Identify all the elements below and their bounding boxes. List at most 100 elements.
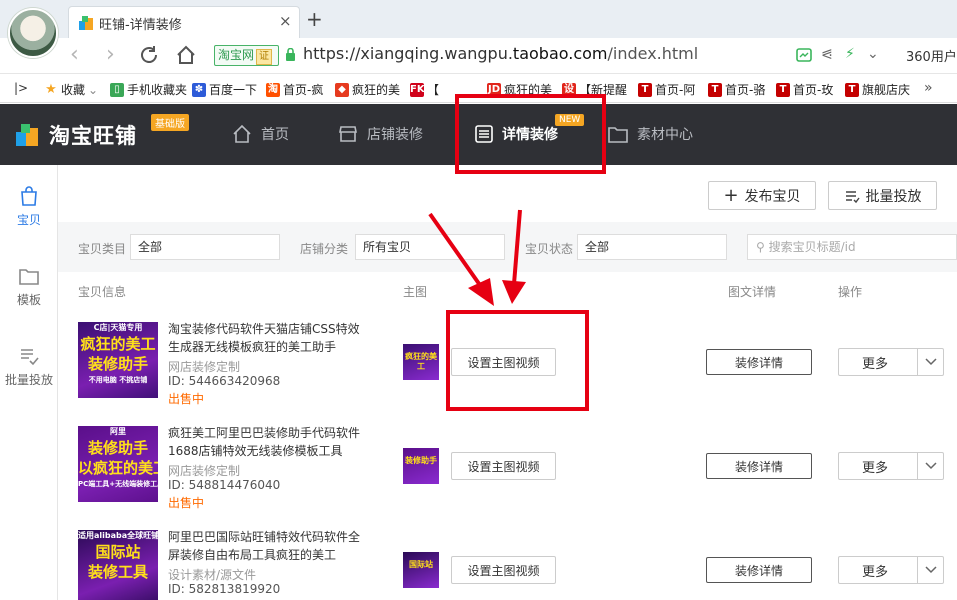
bookmark-item[interactable]: T 首页-骆 — [708, 81, 765, 98]
sidebar-item-templates[interactable]: 模板 — [0, 265, 58, 308]
sidebar-item-products[interactable]: 宝贝 — [0, 185, 58, 228]
nav-shop-label: 店铺装修 — [367, 127, 423, 143]
share-icon[interactable]: ⪗ — [821, 46, 833, 62]
bookmark-label: 首页-骆 — [725, 83, 766, 97]
main-image-art: 国际站 — [403, 552, 439, 588]
chevron-down-icon[interactable] — [917, 557, 943, 583]
set-main-video-button[interactable]: 设置主图视频 — [451, 556, 556, 584]
url-path: /index.html — [607, 44, 699, 63]
tmall-icon: T — [776, 82, 790, 97]
bookmark-item[interactable]: 淘首页-疯 — [266, 81, 323, 98]
bookmark-item[interactable]: T 首页-阿 — [638, 81, 695, 98]
batch-publish-button[interactable]: 批量投放 — [828, 181, 937, 210]
decorate-detail-button[interactable]: 装修详情 — [706, 349, 812, 375]
more-label: 更多 — [862, 564, 889, 580]
screenshot-icon[interactable] — [796, 47, 812, 63]
thumbnail-text: 装修助手 — [87, 355, 148, 373]
bookmark-item[interactable]: ✽ 百度一下 — [192, 81, 257, 98]
chevron-down-icon[interactable] — [917, 453, 943, 479]
product-category: 网店装修定制 — [168, 360, 241, 374]
close-icon[interactable]: × — [279, 12, 292, 30]
bookmark-item[interactable]: T 旗舰店庆 — [845, 81, 910, 98]
search-icon: ⚲ — [756, 240, 765, 254]
back-icon[interactable]: ‹ — [70, 44, 79, 66]
bookmark-label: 【 — [427, 83, 440, 97]
app-logo-text[interactable]: 淘宝旺铺 — [49, 120, 137, 150]
product-thumbnail[interactable]: 适用alibaba全球旺铺2.0 国际站装修工具 — [78, 526, 158, 600]
search-input[interactable]: ⚲ 搜索宝贝标题/id — [747, 234, 957, 260]
more-bookmarks-icon[interactable]: » — [924, 80, 933, 96]
site-verify-badge[interactable]: 淘宝网证 — [214, 45, 279, 66]
bookmark-item[interactable]: ◆ 疯狂的美 — [335, 81, 400, 98]
refresh-icon[interactable] — [138, 44, 160, 66]
nav-material-center[interactable]: 素材中心 — [608, 124, 693, 144]
product-id: ID: 548814476040 — [168, 478, 281, 492]
more-button[interactable]: 更多 — [838, 348, 944, 376]
col-main-image: 主图 — [403, 285, 428, 299]
status-filter-label: 宝贝状态 — [525, 242, 574, 256]
product-status: 出售中 — [168, 496, 205, 510]
product-title[interactable]: 淘宝装修代码软件天猫店铺CSS特效生成器无线模板疯狂的美工助手 — [168, 320, 364, 356]
chevron-down-icon[interactable]: ⌄ — [867, 46, 879, 62]
bookmark-label: 首页-疯 — [283, 83, 324, 97]
bolt-icon[interactable]: ⚡ — [845, 46, 855, 62]
batch-label: 批量投放 — [865, 188, 922, 205]
product-thumbnail[interactable]: 阿里装修助手以疯狂的美工自由布局 PC端工具+无线端装修工具 — [78, 422, 158, 502]
shop-category-label: 店铺分类 — [300, 242, 349, 256]
cert-badge: 证 — [256, 49, 273, 65]
chevron-down-icon: ⌄ — [88, 82, 99, 97]
shop-category-select[interactable]: 所有宝贝 — [355, 234, 505, 260]
url-domain: taobao.com — [512, 44, 608, 63]
product-title[interactable]: 阿里巴巴国际站旺铺特效代码软件全屏装修自由布局工具疯狂的美工 — [168, 528, 364, 564]
main-image-thumbnail[interactable]: 疯狂的美工 — [403, 344, 439, 380]
sidebar-item-batch[interactable]: 批量投放 — [0, 345, 58, 388]
more-button[interactable]: 更多 — [838, 452, 944, 480]
product-thumbnail[interactable]: C店|天猫专用 疯狂的美工 装修助手 不用电脑 不挑店铺 — [78, 318, 158, 398]
plus-icon: + — [723, 184, 739, 206]
thumbnail-art: 阿里装修助手以疯狂的美工自由布局 PC端工具+无线端装修工具 — [78, 426, 158, 502]
lock-icon — [286, 48, 295, 61]
store-icon: ◆ — [335, 82, 349, 97]
folder-icon — [608, 127, 628, 143]
user-menu[interactable]: 360用户 — [906, 46, 957, 65]
more-button[interactable]: 更多 — [838, 556, 944, 584]
user-avatar[interactable] — [8, 8, 58, 58]
new-tab-button[interactable]: + — [306, 9, 323, 29]
chevron-down-icon[interactable] — [917, 349, 943, 375]
publish-label: 发布宝贝 — [744, 188, 801, 205]
batch-icon — [845, 190, 860, 203]
nav-shop-decor[interactable]: 店铺装修 — [338, 124, 423, 144]
forward-icon[interactable]: › — [106, 44, 115, 66]
publish-product-button[interactable]: + 发布宝贝 — [708, 181, 816, 210]
bookmark-item[interactable]: FK 【 — [410, 81, 439, 98]
site-badge-label: 淘宝网 — [218, 48, 255, 62]
sidebar-toggle-icon[interactable]: |> — [14, 81, 28, 95]
product-category: 网店装修定制 — [168, 464, 241, 478]
status-select[interactable]: 全部 — [577, 234, 727, 260]
main-image-art: 装修助手 — [403, 448, 439, 484]
bag-icon — [21, 186, 37, 206]
bookmark-label: 收藏 — [61, 83, 86, 97]
browser-tab[interactable]: 旺铺-详情装修 × — [68, 6, 300, 38]
main-image-thumbnail[interactable]: 装修助手 — [403, 448, 439, 484]
bookmark-label: 手机收藏夹 — [127, 83, 188, 97]
product-title[interactable]: 疯狂美工阿里巴巴装修助手代码软件1688店铺特效无线装修模板工具 — [168, 424, 364, 460]
main-image-text: 国际站 — [409, 560, 433, 569]
decorate-detail-button[interactable]: 装修详情 — [706, 557, 812, 583]
main-image-thumbnail[interactable]: 国际站 — [403, 552, 439, 588]
product-id: ID: 544663420968 — [168, 374, 281, 388]
bookmark-label: 百度一下 — [209, 83, 258, 97]
nav-home[interactable]: 首页 — [232, 124, 289, 144]
thumbnail-art: 适用alibaba全球旺铺2.0 国际站装修工具 — [78, 530, 158, 600]
nav-home-label: 首页 — [261, 127, 289, 143]
home-icon[interactable] — [175, 44, 197, 66]
set-main-video-button[interactable]: 设置主图视频 — [451, 452, 556, 480]
bookmark-item[interactable]: ▯ 手机收藏夹 — [110, 81, 187, 98]
col-product-info: 宝贝信息 — [78, 285, 127, 299]
url-field[interactable]: https://xiangqing.wangpu.taobao.com/inde… — [303, 44, 698, 63]
decorate-detail-button[interactable]: 装修详情 — [706, 453, 812, 479]
bookmark-item[interactable]: ★ 收藏 ⌄ — [44, 81, 98, 98]
thumbnail-text: 适用alibaba全球旺铺2.0 — [78, 531, 158, 540]
category-select[interactable]: 全部 — [130, 234, 280, 260]
bookmark-item[interactable]: T 首页-玫 — [776, 81, 833, 98]
